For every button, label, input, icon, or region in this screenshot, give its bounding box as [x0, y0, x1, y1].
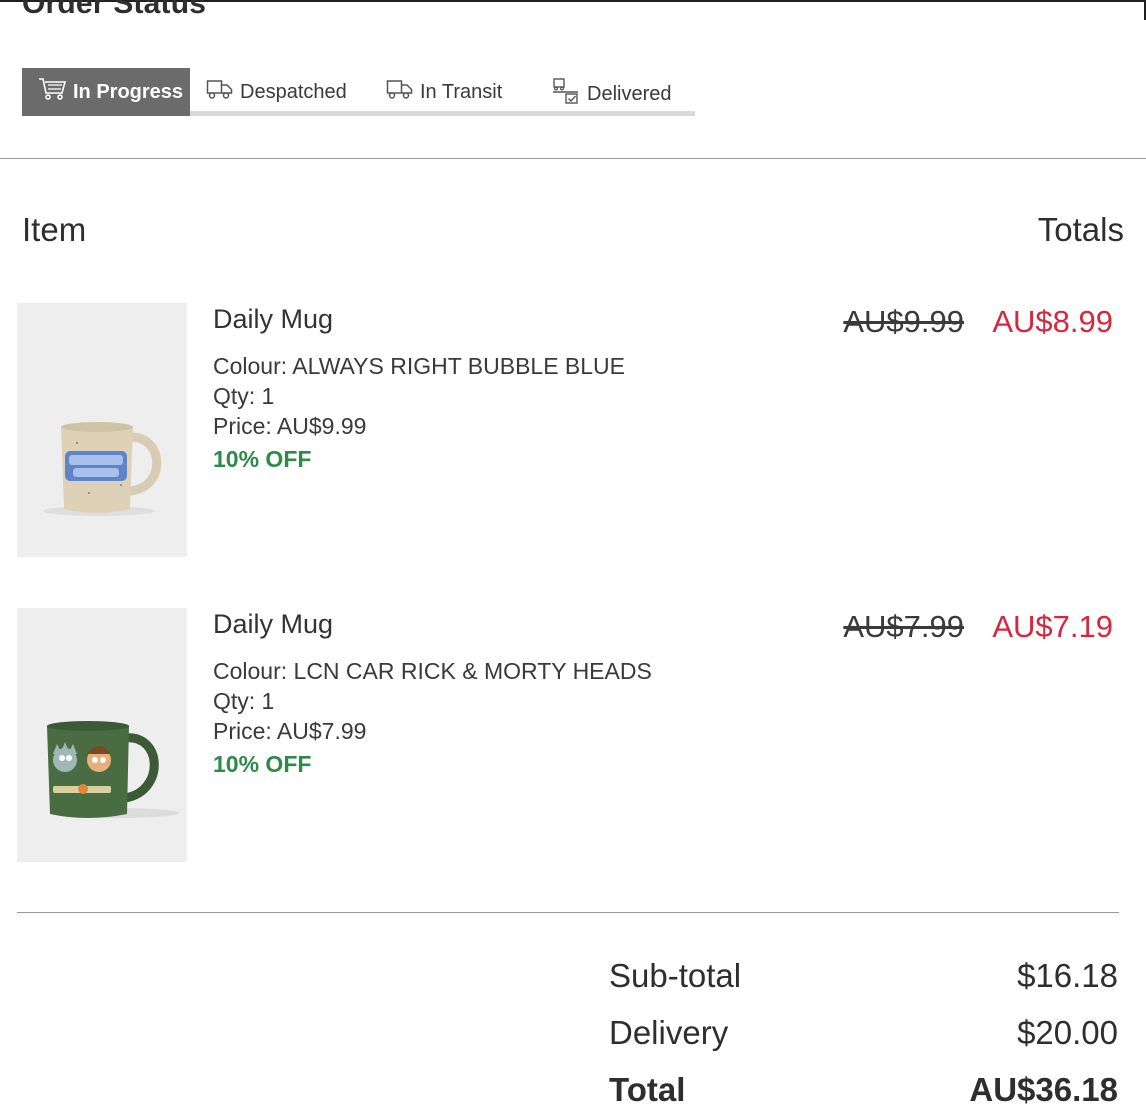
tab-label: Delivered — [587, 82, 672, 105]
discount-badge: 10% OFF — [213, 751, 312, 777]
section-divider — [0, 158, 1146, 159]
tab-despatched[interactable]: Despatched — [206, 68, 347, 116]
truck-icon — [206, 78, 233, 106]
tab-delivered[interactable]: Delivered — [552, 70, 671, 118]
order-item: Daily Mug Colour: ALWAYS RIGHT BUBBLE BL… — [17, 303, 1117, 557]
cart-icon — [38, 77, 67, 107]
discount-badge: 10% OFF — [213, 446, 312, 472]
original-price: AU$7.99 — [843, 609, 964, 644]
product-image[interactable] — [17, 303, 187, 557]
sale-price: AU$7.19 — [992, 609, 1113, 644]
totals-column-header: Totals — [1037, 211, 1124, 248]
item-price: Price: AU$7.99 — [213, 718, 367, 744]
tab-label: In Progress — [73, 80, 184, 103]
delivered-box-icon — [552, 77, 580, 111]
order-status-tabs: In Progress Despatched In Transit Delive… — [22, 68, 695, 116]
tab-label: Despatched — [240, 80, 347, 103]
item-qty: Qty: 1 — [213, 688, 275, 714]
total-label: Total — [609, 1071, 686, 1108]
item-column-header: Item — [22, 211, 87, 248]
item-qty: Qty: 1 — [213, 383, 275, 409]
subtotal-value: $16.18 — [1017, 957, 1118, 994]
tab-in-progress[interactable]: In Progress — [22, 68, 190, 116]
item-name[interactable]: Daily Mug — [213, 609, 333, 640]
total-value: AU$36.18 — [969, 1071, 1118, 1108]
item-name[interactable]: Daily Mug — [213, 304, 333, 335]
summary-divider — [17, 912, 1119, 913]
order-item: Daily Mug Colour: LCN CAR RICK & MORTY H… — [17, 608, 1117, 862]
subtotal-label: Sub-total — [609, 957, 742, 994]
truck-icon — [386, 78, 413, 106]
tab-in-transit[interactable]: In Transit — [386, 68, 502, 116]
delivery-value: $20.00 — [1017, 1014, 1118, 1051]
item-colour: Colour: ALWAYS RIGHT BUBBLE BLUE — [213, 353, 626, 379]
product-image[interactable] — [17, 608, 187, 862]
sale-price: AU$8.99 — [992, 304, 1113, 339]
page-title: Order Status — [22, 0, 207, 20]
item-colour: Colour: LCN CAR RICK & MORTY HEADS — [213, 658, 652, 684]
delivery-label: Delivery — [609, 1014, 729, 1051]
original-price: AU$9.99 — [843, 304, 964, 339]
item-price: Price: AU$9.99 — [213, 413, 367, 439]
tab-label: In Transit — [420, 80, 503, 103]
